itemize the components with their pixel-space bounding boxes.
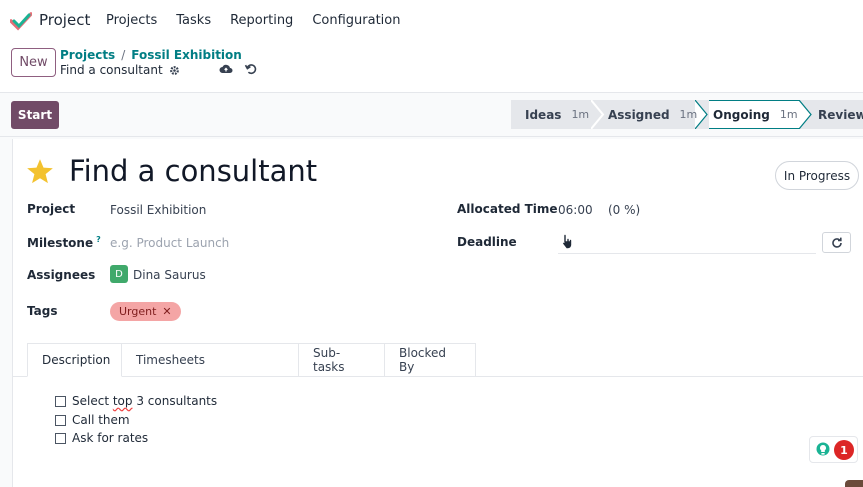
- stage-label: Ideas: [525, 107, 562, 122]
- avatar[interactable]: D: [110, 265, 128, 283]
- milestone-label-text: Milestone: [27, 236, 94, 250]
- deadline-field[interactable]: [558, 253, 816, 254]
- menu-item-tasks[interactable]: Tasks: [176, 13, 211, 28]
- help-tooltip-icon[interactable]: ?: [96, 235, 101, 244]
- breadcrumb-fossil-exhibition[interactable]: Fossil Exhibition: [131, 48, 242, 62]
- lightbulb-icon: [816, 442, 830, 456]
- project-label: Project: [27, 202, 76, 216]
- task-title[interactable]: Find a consultant: [69, 154, 317, 188]
- start-button[interactable]: Start: [11, 101, 59, 129]
- task-state-button[interactable]: In Progress: [775, 161, 859, 190]
- assistant-notification[interactable]: 1: [809, 436, 858, 463]
- new-button[interactable]: New: [11, 48, 56, 77]
- stage-ongoing[interactable]: Ongoing 1m: [709, 100, 799, 129]
- hand-cursor-icon: [562, 234, 572, 249]
- stage-duration: 1m: [571, 108, 590, 121]
- stage-arrow-icon: [799, 100, 813, 129]
- corner-image: [845, 480, 863, 487]
- notebook-tabs: Description Timesheets Sub-tasks Blocked…: [27, 343, 476, 377]
- checklist-text[interactable]: Ask for rates: [72, 431, 148, 445]
- app-name[interactable]: Project: [39, 11, 90, 29]
- project-field[interactable]: Fossil Exhibition: [110, 203, 206, 217]
- tags-label: Tags: [27, 304, 58, 318]
- tab-description[interactable]: Description: [27, 343, 122, 377]
- tag-label: Urgent: [119, 305, 157, 318]
- stage-pipeline: Ideas 1m Assigned 1m Ongoing 1m Review: [511, 100, 863, 129]
- checkbox[interactable]: [55, 414, 66, 426]
- tab-blocked-by[interactable]: Blocked By: [385, 343, 476, 377]
- task-form-sheet: Find a consultant In Progress Project Fo…: [12, 139, 863, 487]
- discard-undo-icon[interactable]: [244, 62, 258, 76]
- stage-assigned[interactable]: Assigned 1m: [605, 100, 698, 129]
- checklist-text[interactable]: Call them: [72, 413, 130, 427]
- project-app-logo-icon[interactable]: [10, 11, 32, 31]
- breadcrumb-separator: /: [121, 48, 126, 62]
- stage-arrow-icon: [591, 100, 605, 129]
- allocated-time-label: Allocated Time: [457, 202, 558, 216]
- assignees-label: Assignees: [27, 268, 96, 282]
- stage-label: Review: [818, 107, 863, 122]
- stage-review[interactable]: Review: [813, 100, 863, 129]
- allocated-time-field[interactable]: 06:00: [558, 203, 593, 217]
- milestone-field[interactable]: e.g. Product Launch: [110, 236, 229, 250]
- stage-label: Ongoing: [713, 107, 770, 122]
- save-cloud-icon[interactable]: [219, 62, 233, 76]
- checkbox[interactable]: [55, 395, 66, 407]
- current-record-name: Find a consultant: [60, 63, 163, 77]
- checklist-item: Call them: [55, 413, 130, 427]
- breadcrumb: Projects / Fossil Exhibition: [60, 48, 242, 62]
- control-panel: New Projects / Fossil Exhibition Find a co…: [0, 41, 863, 93]
- breadcrumb-projects[interactable]: Projects: [60, 48, 115, 62]
- tab-timesheets[interactable]: Timesheets: [122, 343, 299, 377]
- assignee-name[interactable]: Dina Saurus: [133, 268, 206, 282]
- menu-item-projects[interactable]: Projects: [106, 13, 157, 28]
- menu-item-configuration[interactable]: Configuration: [312, 13, 400, 28]
- allocated-percent: (0 %): [608, 203, 641, 217]
- recurrence-button[interactable]: [822, 232, 851, 253]
- checklist-item: Select top 3 consultants: [55, 394, 217, 408]
- checklist-item: Ask for rates: [55, 431, 148, 445]
- refresh-icon: [831, 237, 842, 248]
- tag-urgent[interactable]: Urgent ✕: [110, 302, 181, 321]
- tag-remove-icon[interactable]: ✕: [162, 305, 171, 318]
- checkbox[interactable]: [55, 432, 66, 444]
- tab-sub-tasks[interactable]: Sub-tasks: [299, 343, 385, 377]
- notification-count-badge: 1: [834, 440, 854, 460]
- breadcrumb-current: Find a consultant: [60, 63, 180, 77]
- deadline-label: Deadline: [457, 235, 517, 249]
- milestone-label: Milestone?: [27, 235, 101, 250]
- stage-ideas[interactable]: Ideas 1m: [511, 100, 591, 129]
- menu-item-reporting[interactable]: Reporting: [230, 13, 293, 28]
- status-bar: Start Ideas 1m Assigned 1m Ongoing 1m Re…: [0, 93, 863, 137]
- spellcheck-word: top: [112, 394, 133, 408]
- stage-duration: 1m: [779, 108, 798, 121]
- gear-icon[interactable]: [169, 65, 180, 76]
- priority-star-icon[interactable]: [26, 158, 54, 185]
- top-navbar: Project Projects Tasks Reporting Configu…: [0, 0, 863, 41]
- stage-label: Assigned: [608, 107, 670, 122]
- checklist-text[interactable]: Select top 3 consultants: [72, 394, 217, 408]
- main-menu: Projects Tasks Reporting Configuration: [106, 13, 419, 28]
- stage-duration: 1m: [679, 108, 698, 121]
